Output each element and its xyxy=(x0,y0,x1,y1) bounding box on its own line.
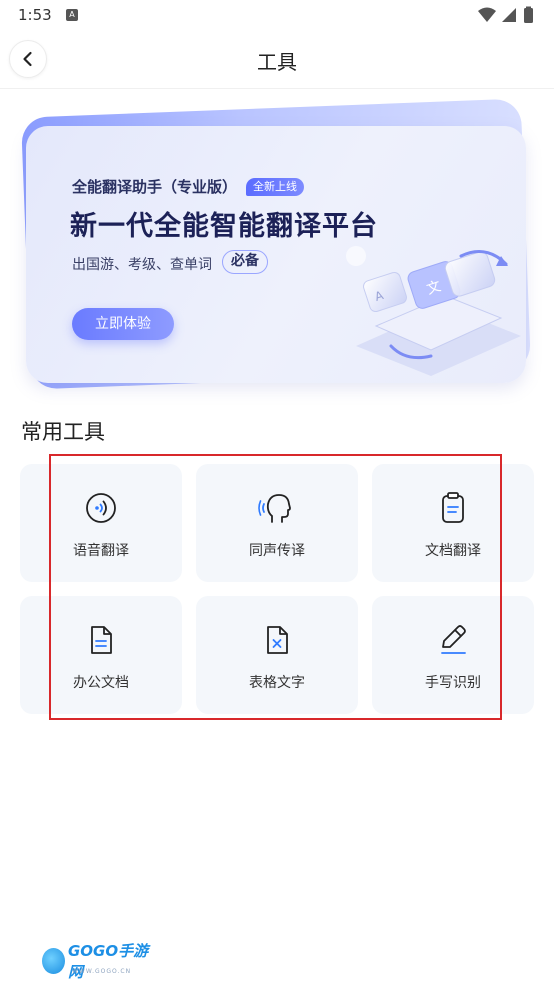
must-have-tag: 必备 xyxy=(222,250,268,274)
tool-label: 办公文档 xyxy=(73,675,129,691)
table-text-icon xyxy=(267,626,288,654)
tool-handwriting-recognition[interactable]: 手写识别 xyxy=(372,596,534,714)
document-translate-icon xyxy=(442,492,464,523)
watermark-text: GOGO手游网 xyxy=(67,942,149,981)
banner-card: 全能翻译助手（专业版） 全新上线 新一代全能智能翻译平台 出国游、考级、查单词 … xyxy=(26,126,526,383)
office-document-icon xyxy=(91,626,112,654)
watermark-url: WWW.GOGO.CN xyxy=(72,968,132,975)
tool-document-translate[interactable]: 文档翻译 xyxy=(372,464,534,582)
handwriting-recognition-icon xyxy=(441,625,466,654)
banner-description: 出国游、考级、查单词 xyxy=(72,257,212,273)
page-title: 工具 xyxy=(257,50,297,74)
voice-translate-icon xyxy=(86,493,116,523)
section-title: 常用工具 xyxy=(21,420,105,444)
status-bar: 1:53 A xyxy=(0,0,554,32)
a-notification-icon: A xyxy=(66,9,78,21)
tool-label: 同声传译 xyxy=(249,543,305,559)
signal-icon xyxy=(502,8,516,22)
tools-grid: 语音翻译 同声传译 文档翻译 办公文档 表格文字 手写识别 xyxy=(20,464,534,716)
tool-voice-translate[interactable]: 语音翻译 xyxy=(20,464,182,582)
promo-banner[interactable]: 全能翻译助手（专业版） 全新上线 新一代全能智能翻译平台 出国游、考级、查单词 … xyxy=(20,98,532,390)
tool-table-text[interactable]: 表格文字 xyxy=(196,596,358,714)
tool-simultaneous-interpretation[interactable]: 同声传译 xyxy=(196,464,358,582)
battery-icon xyxy=(524,8,533,23)
wifi-icon xyxy=(478,7,496,22)
translation-illustration: A 文 xyxy=(346,246,521,376)
tool-label: 文档翻译 xyxy=(425,543,481,559)
simultaneous-interpretation-icon xyxy=(258,494,291,523)
header-divider xyxy=(0,88,554,89)
new-badge: 全新上线 xyxy=(246,178,304,196)
status-icons xyxy=(478,6,533,23)
banner-subtitle: 全能翻译助手（专业版） xyxy=(72,178,238,196)
tool-label: 手写识别 xyxy=(425,675,481,691)
tool-label: 表格文字 xyxy=(249,675,305,691)
tool-office-document[interactable]: 办公文档 xyxy=(20,596,182,714)
banner-title: 新一代全能智能翻译平台 xyxy=(70,211,378,242)
try-now-button[interactable]: 立即体验 xyxy=(72,308,174,340)
status-time: 1:53 xyxy=(18,6,52,24)
tool-label: 语音翻译 xyxy=(73,543,129,559)
watermark-logo: GOGO手游网 WWW.GOGO.CN xyxy=(42,942,152,981)
gogo-logo-icon xyxy=(42,948,65,974)
